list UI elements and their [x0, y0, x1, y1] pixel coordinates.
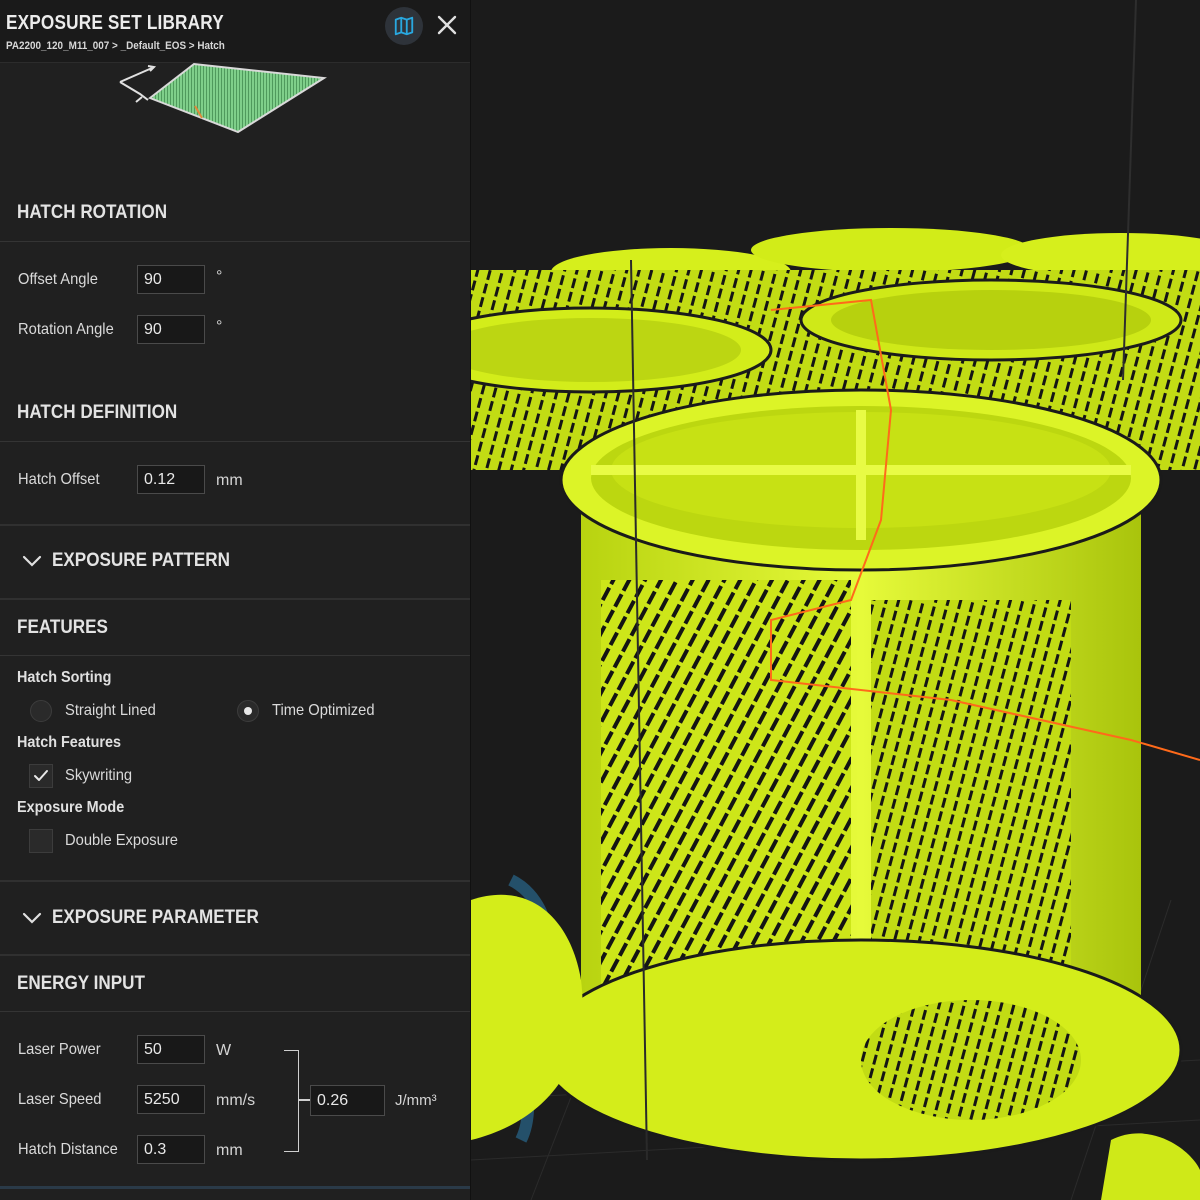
chevron-down-icon	[22, 555, 42, 567]
laser-power-input[interactable]	[137, 1035, 205, 1064]
straight-lined-label[interactable]: Straight Lined	[65, 702, 156, 720]
rotation-angle-label: Rotation Angle	[18, 321, 114, 338]
straight-lined-radio[interactable]	[30, 700, 52, 722]
3d-viewport[interactable]	[471, 0, 1200, 1200]
skywriting-checkbox[interactable]	[29, 764, 53, 788]
time-optimized-radio[interactable]	[237, 700, 259, 722]
panel-title: EXPOSURE SET LIBRARY	[6, 12, 224, 34]
hatch-offset-label: Hatch Offset	[18, 471, 100, 488]
exposure-set-panel: EXPOSURE SET LIBRARY PA2200_120_M11_007 …	[0, 0, 471, 1200]
map-button[interactable]	[385, 7, 423, 45]
exposure-pattern-toggle[interactable]: EXPOSURE PATTERN	[0, 526, 470, 596]
hatch-preview-thumbnail	[119, 62, 327, 134]
laser-power-unit: W	[216, 1042, 232, 1059]
map-icon	[394, 16, 414, 36]
part-render[interactable]	[471, 0, 1200, 1200]
exposure-mode-label: Exposure Mode	[17, 799, 125, 816]
hatch-offset-input[interactable]	[137, 465, 205, 494]
exposure-pattern-title: EXPOSURE PATTERN	[52, 550, 230, 571]
skywriting-label[interactable]: Skywriting	[65, 767, 132, 785]
divider	[0, 954, 470, 956]
offset-angle-input[interactable]	[137, 265, 205, 294]
offset-angle-label: Offset Angle	[18, 271, 98, 288]
energy-density-output	[310, 1085, 385, 1116]
hatch-distance-unit: mm	[216, 1142, 243, 1159]
chevron-down-icon	[22, 912, 42, 924]
rotation-angle-input[interactable]	[137, 315, 205, 344]
laser-power-label: Laser Power	[18, 1041, 101, 1058]
laser-speed-label: Laser Speed	[18, 1091, 102, 1108]
hatch-features-label: Hatch Features	[17, 734, 122, 751]
hatch-definition-title: HATCH DEFINITION	[17, 402, 178, 423]
exposure-parameter-title: EXPOSURE PARAMETER	[52, 907, 259, 928]
hatch-offset-unit: mm	[216, 472, 243, 489]
divider	[0, 598, 470, 600]
hatch-distance-label: Hatch Distance	[18, 1141, 118, 1158]
divider	[0, 441, 470, 442]
divider	[0, 880, 470, 882]
hatch-rotation-title: HATCH ROTATION	[17, 202, 168, 223]
rotation-angle-unit: °	[216, 318, 223, 335]
energy-density-unit: J/mm³	[395, 1092, 437, 1109]
checkmark-icon	[34, 770, 48, 781]
laser-speed-unit: mm/s	[216, 1092, 256, 1109]
double-exposure-label[interactable]: Double Exposure	[65, 832, 178, 850]
exposure-parameter-toggle[interactable]: EXPOSURE PARAMETER	[0, 883, 470, 953]
breadcrumb[interactable]: PA2200_120_M11_007 > _Default_EOS > Hatc…	[6, 40, 225, 52]
energy-bracket-tick	[298, 1099, 310, 1101]
hatch-sorting-label: Hatch Sorting	[17, 669, 112, 686]
features-title: FEATURES	[17, 617, 108, 638]
main-cylinder-part	[539, 388, 1183, 1162]
energy-input-title: ENERGY INPUT	[17, 973, 145, 994]
hatch-distance-input[interactable]	[137, 1135, 205, 1164]
time-optimized-label[interactable]: Time Optimized	[272, 702, 375, 720]
energy-bracket	[284, 1050, 299, 1152]
double-exposure-checkbox[interactable]	[29, 829, 53, 853]
divider	[0, 655, 470, 656]
panel-header: EXPOSURE SET LIBRARY PA2200_120_M11_007 …	[0, 0, 470, 63]
offset-angle-unit: °	[216, 268, 223, 285]
laser-speed-input[interactable]	[137, 1085, 205, 1114]
divider	[0, 1011, 470, 1012]
divider	[0, 241, 470, 242]
close-button[interactable]	[432, 10, 462, 40]
close-icon	[437, 15, 457, 35]
panel-bottom-edge	[0, 1186, 470, 1189]
